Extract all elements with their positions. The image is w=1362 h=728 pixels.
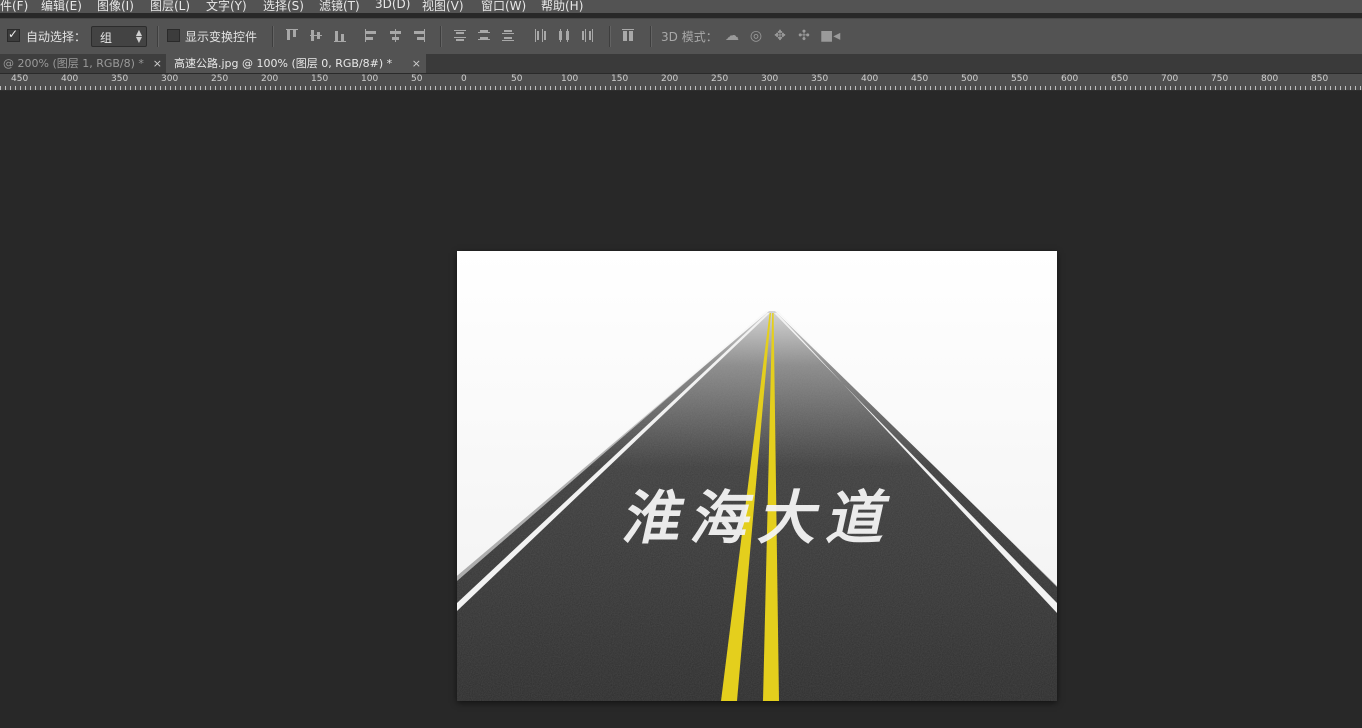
show-transform-controls-label: 显示变换控件 [185, 30, 258, 44]
auto-select-target-dropdown[interactable]: 组 ▲ ▼ [91, 26, 147, 47]
document-canvas[interactable]: 淮海大道 [457, 251, 1057, 701]
distribute-vertical-centers-icon[interactable] [477, 28, 491, 44]
separator [272, 26, 274, 47]
tab-label: 高速公路.jpg @ 100% (图层 0, RGB/8#) * [174, 57, 393, 70]
ruler-tick-label: 50 [411, 74, 423, 84]
ruler-tick-label: 100 [561, 74, 579, 84]
align-horizontal-centers-icon[interactable] [388, 28, 402, 44]
separator [440, 26, 442, 47]
show-transform-controls-checkbox[interactable] [167, 29, 180, 42]
menu-help[interactable]: 帮助(H) [541, 0, 583, 13]
ruler-tick-label: 300 [161, 74, 179, 84]
distribute-right-edges-icon[interactable] [581, 28, 595, 44]
3d-orbit-icon[interactable]: ☁ [724, 28, 740, 44]
ruler-tick-label: 350 [811, 74, 829, 84]
align-right-edges-icon[interactable] [412, 28, 426, 44]
align-left-edges-icon[interactable] [364, 28, 378, 44]
auto-select-checkbox[interactable] [7, 27, 20, 42]
road-text: 淮海大道 [618, 485, 905, 552]
menu-select[interactable]: 选择(S) [263, 0, 304, 13]
auto-select-target-value: 组 [100, 31, 113, 45]
auto-align-layers-icon[interactable] [621, 28, 635, 44]
dropdown-arrows-icon: ▲ ▼ [135, 28, 142, 44]
separator [157, 26, 159, 47]
distribute-horizontal-centers-icon[interactable] [557, 28, 571, 44]
ruler-tick-label: 500 [961, 74, 979, 84]
menu-window[interactable]: 窗口(W) [481, 0, 526, 13]
ruler-tick-label: 450 [11, 74, 29, 84]
menu-3d[interactable]: 3D(D) [375, 0, 410, 11]
ruler-tick-label: 600 [1061, 74, 1079, 84]
menu-image[interactable]: 图像(I) [97, 0, 134, 13]
ruler-tick-label: 400 [861, 74, 879, 84]
ruler-tick-label: 350 [111, 74, 129, 84]
ruler-tick-label: 400 [61, 74, 79, 84]
menu-view[interactable]: 视图(V) [422, 0, 464, 13]
ruler-tick-label: 800 [1261, 74, 1279, 84]
ruler-tick-label: 100 [361, 74, 379, 84]
tab-layer1-document[interactable]: @ 200% (图层 1, RGB/8) * × [0, 54, 167, 73]
ruler-tick-label: 300 [761, 74, 779, 84]
align-vertical-centers-icon[interactable] [309, 28, 323, 44]
ruler-tick-label: 200 [261, 74, 279, 84]
ruler-tick-label: 250 [711, 74, 729, 84]
ruler-tick-label: 550 [1011, 74, 1029, 84]
menu-type[interactable]: 文字(Y) [206, 0, 247, 13]
separator [609, 26, 611, 47]
menu-bar: 件(F) 编辑(E) 图像(I) 图层(L) 文字(Y) 选择(S) 滤镜(T)… [0, 0, 1362, 13]
3d-roll-icon[interactable]: ◎ [748, 28, 764, 44]
tab-label: @ 200% (图层 1, RGB/8) * [3, 57, 144, 70]
ruler-tick-label: 0 [461, 74, 467, 84]
auto-select-label: 自动选择： [26, 30, 87, 44]
ruler-tick-label: 250 [211, 74, 229, 84]
distribute-bottom-edges-icon[interactable] [501, 28, 515, 44]
3d-slide-icon[interactable]: ✣ [796, 28, 812, 44]
separator [650, 26, 652, 47]
ruler-tick-label: 750 [1211, 74, 1229, 84]
3d-pan-icon[interactable]: ✥ [772, 28, 788, 44]
horizontal-ruler[interactable]: 450 400 350 300 250 200 150 100 50 0 50 100 150 200 25… [0, 74, 1362, 91]
menu-filter[interactable]: 滤镜(T) [319, 0, 360, 13]
distribute-left-edges-icon[interactable] [533, 28, 547, 44]
ruler-ticks [0, 86, 1361, 90]
ruler-tick-label: 50 [511, 74, 523, 84]
3d-scale-camera-icon[interactable]: ■◂ [820, 28, 840, 44]
align-top-edges-icon[interactable] [285, 28, 299, 44]
ruler-tick-label: 450 [911, 74, 929, 84]
ruler-tick-label: 150 [611, 74, 629, 84]
document-tab-bar: @ 200% (图层 1, RGB/8) * × 高速公路.jpg @ 100%… [0, 54, 1362, 74]
options-bar: 自动选择： 组 ▲▼ 显示变换控件 3D 模式： ☁ ◎ ✥ ✣ ■◂ [0, 18, 1362, 55]
ruler-tick-label: 850 [1311, 74, 1329, 84]
3d-mode-label: 3D 模式： [661, 30, 718, 44]
align-bottom-edges-icon[interactable] [333, 28, 347, 44]
close-icon[interactable]: × [412, 54, 421, 73]
ruler-tick-label: 150 [311, 74, 329, 84]
close-icon[interactable]: × [153, 54, 162, 73]
ruler-tick-label: 200 [661, 74, 679, 84]
menu-edit[interactable]: 编辑(E) [41, 0, 82, 13]
ruler-tick-label: 700 [1161, 74, 1179, 84]
menu-file[interactable]: 件(F) [0, 0, 28, 13]
distribute-top-edges-icon[interactable] [453, 28, 467, 44]
tab-highway-document[interactable]: 高速公路.jpg @ 100% (图层 0, RGB/8#) * × [166, 54, 426, 73]
menu-layer[interactable]: 图层(L) [150, 0, 190, 13]
ruler-tick-label: 650 [1111, 74, 1129, 84]
